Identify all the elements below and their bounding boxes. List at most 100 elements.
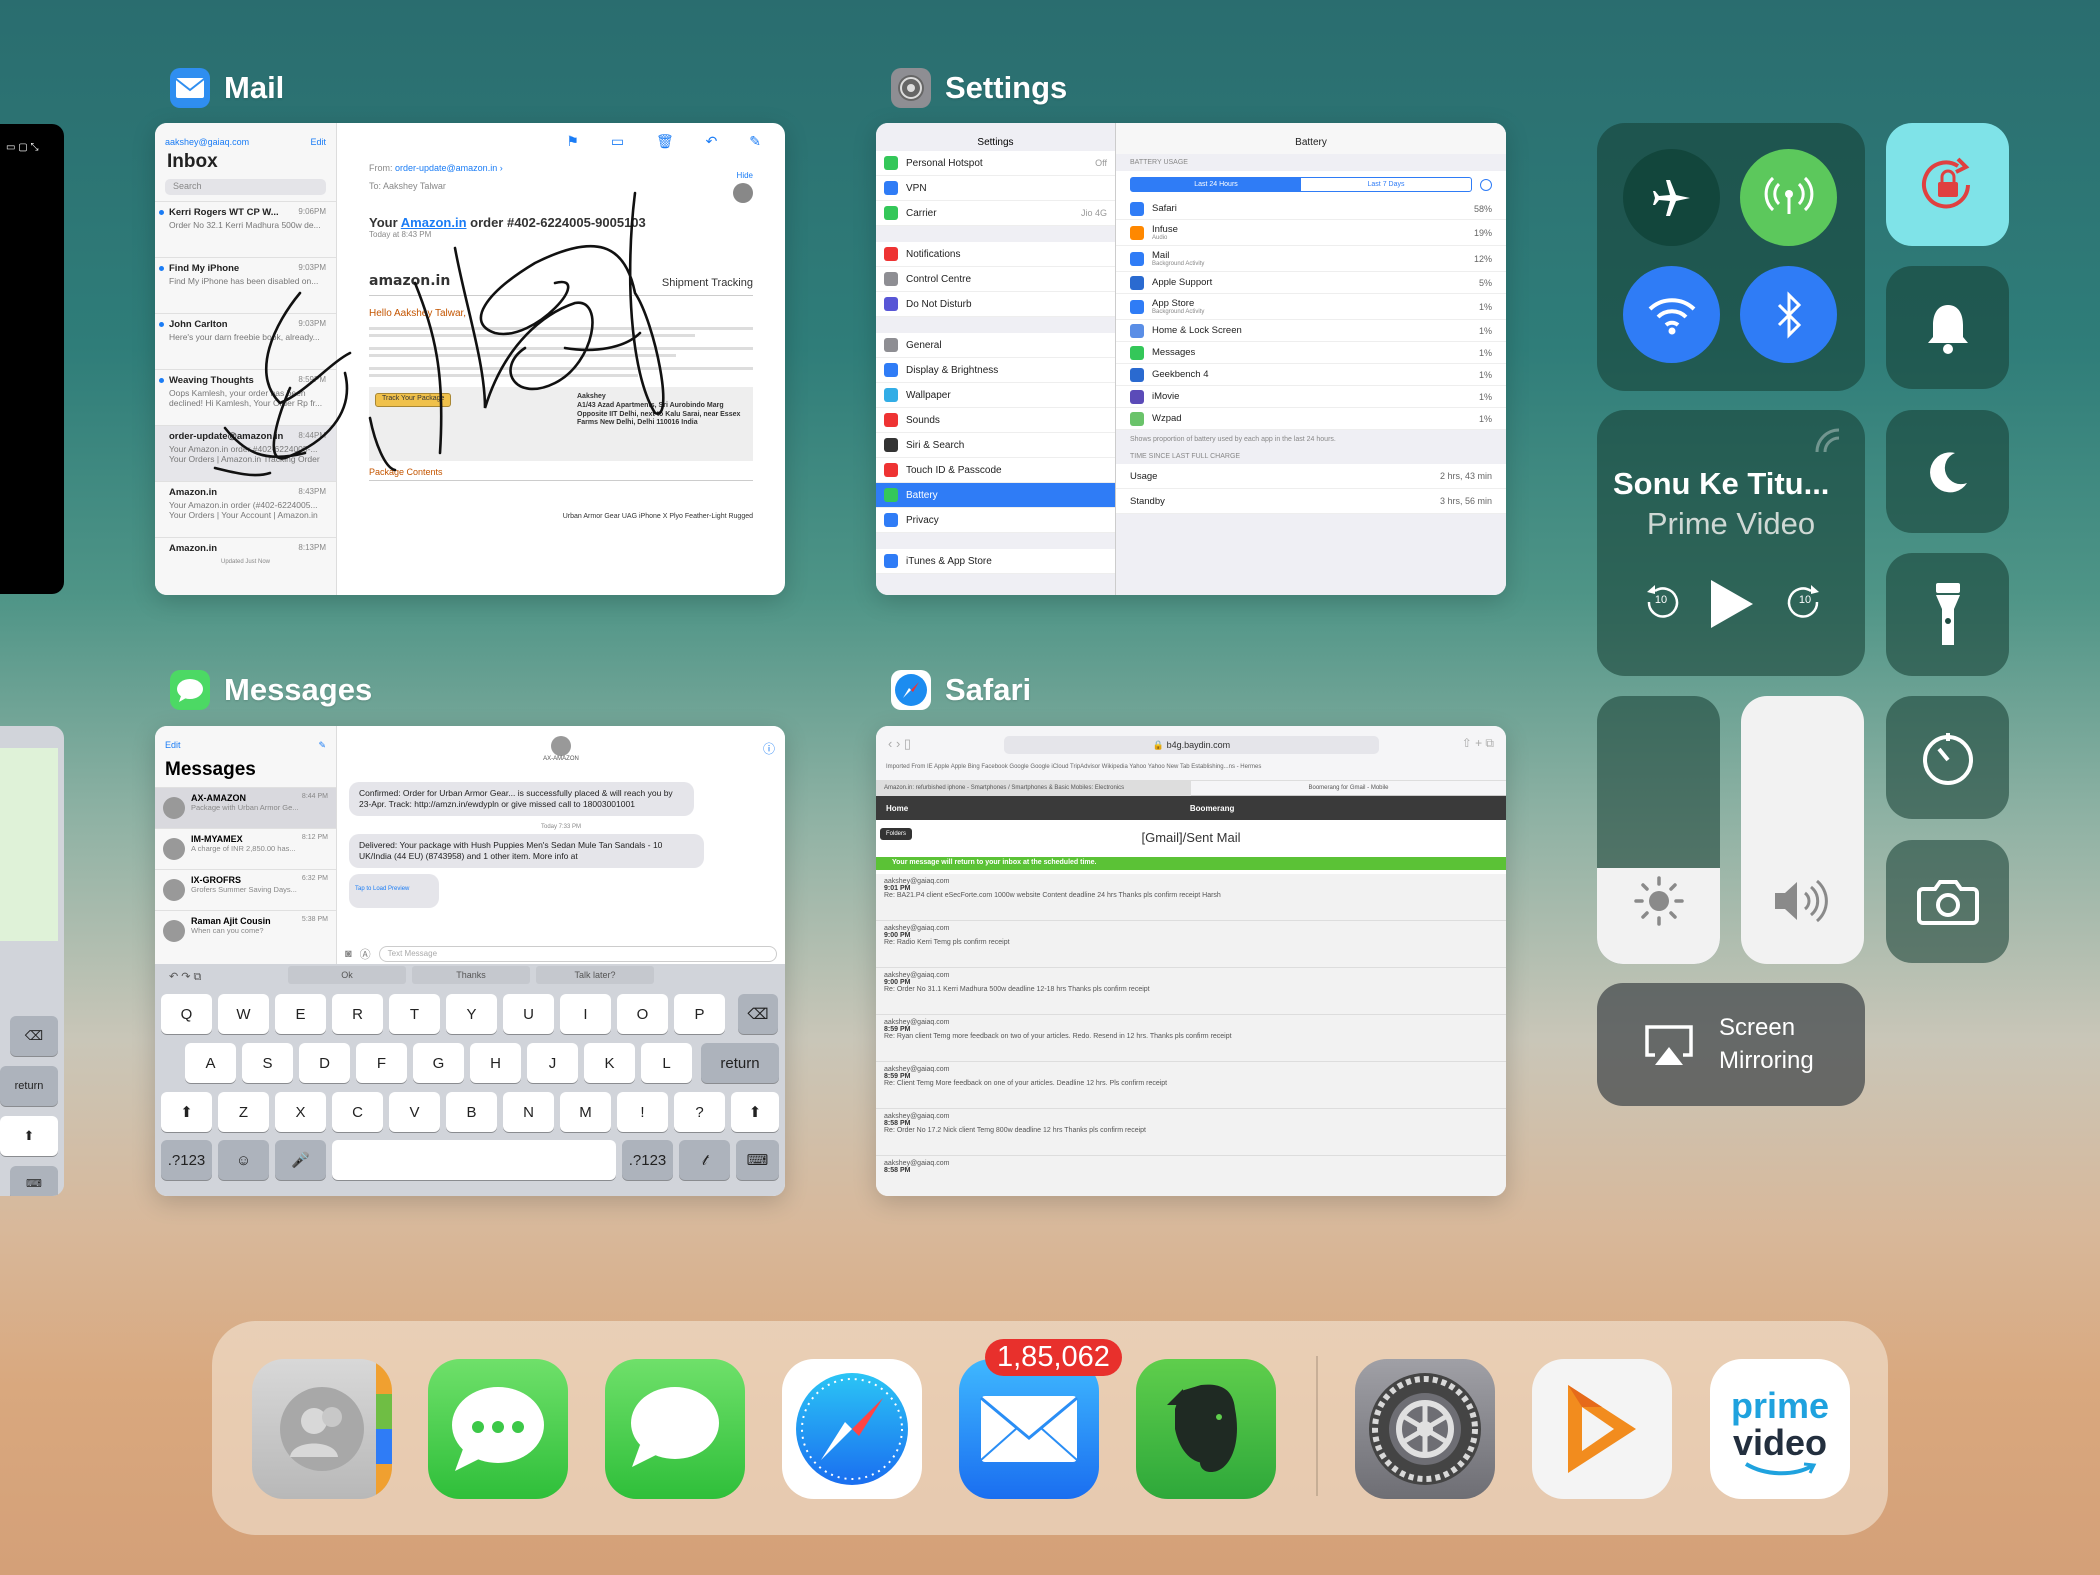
airplane-mode-toggle[interactable]: [1623, 149, 1720, 246]
boomerang-home[interactable]: Home: [876, 804, 918, 813]
key-X[interactable]: X: [275, 1092, 326, 1132]
nav-arrows-icon[interactable]: ‹ › ▯: [888, 736, 911, 752]
sent-mail-row[interactable]: aakshey@gaiaq.com 9:00 PM Re: Radio Kerri …: [876, 921, 1506, 968]
return-key[interactable]: return: [701, 1043, 779, 1083]
key-C[interactable]: C: [332, 1092, 383, 1132]
battery-app-row[interactable]: Infuse Audio 19%: [1116, 220, 1506, 246]
suggestion-2[interactable]: Talk later?: [536, 966, 654, 984]
settings-item[interactable]: Do Not Disturb: [876, 292, 1115, 317]
message-thread[interactable]: IM-MYAMEX 8:12 PM A charge of INR 2,850.00…: [155, 828, 336, 869]
key-H[interactable]: H: [470, 1043, 521, 1083]
key-Z[interactable]: Z: [218, 1092, 269, 1132]
now-playing-module[interactable]: Sonu Ke Titu... Prime Video 10 10: [1597, 410, 1865, 676]
space-key[interactable]: [332, 1140, 616, 1180]
key-A[interactable]: A: [185, 1043, 236, 1083]
battery-app-row[interactable]: Mail Background Activity 12%: [1116, 246, 1506, 272]
prime-video-app[interactable]: prime video: [1710, 1359, 1850, 1499]
sent-mail-row[interactable]: aakshey@gaiaq.com 8:59 PM Re: Ryan client …: [876, 1015, 1506, 1062]
sent-mail-row[interactable]: aakshey@gaiaq.com 8:58 PM: [876, 1156, 1506, 1196]
numbers-key-left[interactable]: .?123: [161, 1140, 212, 1180]
key-N[interactable]: N: [503, 1092, 554, 1132]
settings-item[interactable]: iTunes & App Store: [876, 549, 1115, 574]
key-K[interactable]: K: [584, 1043, 635, 1083]
settings-item[interactable]: Notifications: [876, 242, 1115, 267]
clock-icon[interactable]: [1480, 178, 1492, 191]
key-M[interactable]: M: [560, 1092, 611, 1132]
infuse-app[interactable]: [1532, 1359, 1672, 1499]
bluetooth-toggle[interactable]: [1740, 266, 1837, 363]
suggestion-1[interactable]: Thanks: [412, 966, 530, 984]
key-E[interactable]: E: [275, 994, 326, 1034]
key-V[interactable]: V: [389, 1092, 440, 1132]
backspace-key[interactable]: ⌫: [738, 994, 778, 1034]
battery-app-row[interactable]: Safari 58%: [1116, 198, 1506, 220]
battery-app-row[interactable]: Wzpad 1%: [1116, 408, 1506, 430]
sent-mail-row[interactable]: aakshey@gaiaq.com 9:00 PM Re: Order No 31.…: [876, 968, 1506, 1015]
messages-edit-button[interactable]: Edit: [165, 740, 181, 751]
contacts-app[interactable]: [252, 1359, 392, 1499]
flashlight-toggle[interactable]: [1886, 553, 2009, 676]
rotation-lock-toggle[interactable]: [1886, 123, 2009, 246]
info-icon[interactable]: ⓘ: [763, 740, 775, 757]
battery-app-row[interactable]: Apple Support 5%: [1116, 272, 1506, 294]
settings-item[interactable]: Wallpaper: [876, 383, 1115, 408]
link-preview[interactable]: Tap to Load Preview: [349, 874, 439, 909]
undo-redo-icons[interactable]: ↶ ↷ ⧉: [169, 970, 201, 984]
evernote-app[interactable]: [1136, 1359, 1276, 1499]
battery-app-row[interactable]: Messages 1%: [1116, 342, 1506, 364]
key-![interactable]: !: [617, 1092, 668, 1132]
settings-item[interactable]: Personal Hotspot Off: [876, 151, 1115, 176]
bookmarks-bar[interactable]: Imported From IE Apple Apple Bing Facebo…: [886, 764, 1261, 770]
safari-app[interactable]: [782, 1359, 922, 1499]
messages-card[interactable]: Edit ✎ Messages AX-AMAZON 8:44 PM Package …: [155, 726, 785, 1196]
suggestion-0[interactable]: Ok: [288, 966, 406, 984]
battery-app-row[interactable]: iMovie 1%: [1116, 386, 1506, 408]
play-button[interactable]: [1707, 578, 1757, 635]
skip-back-button[interactable]: 10: [1641, 582, 1681, 622]
key-F[interactable]: F: [356, 1043, 407, 1083]
message-input[interactable]: Text Message: [378, 946, 777, 962]
mail-app-label[interactable]: Mail: [170, 68, 284, 108]
dictation-key[interactable]: 🎤: [275, 1140, 326, 1180]
skip-forward-button[interactable]: 10: [1785, 582, 1825, 622]
safari-app-label[interactable]: Safari: [891, 670, 1031, 710]
sent-mail-row[interactable]: aakshey@gaiaq.com 8:58 PM Re: Order No 17.…: [876, 1109, 1506, 1156]
settings-card[interactable]: Settings Personal Hotspot Off VPN Carrier Ji…: [876, 123, 1506, 595]
sent-mail-row[interactable]: aakshey@gaiaq.com 8:59 PM Re: Client Temg …: [876, 1062, 1506, 1109]
safari-url-bar[interactable]: 🔒 b4g.baydin.com: [1004, 736, 1379, 754]
message-thread[interactable]: IX-GROFRS 6:32 PM Grofers Summer Saving Da…: [155, 869, 336, 910]
safari-tab-1[interactable]: Amazon.in: refurbished iphone - Smartpho…: [876, 781, 1191, 796]
key-D[interactable]: D: [299, 1043, 350, 1083]
key-U[interactable]: U: [503, 994, 554, 1034]
key-T[interactable]: T: [389, 994, 440, 1034]
whatsapp-style-messages-app[interactable]: [428, 1359, 568, 1499]
settings-item[interactable]: Sounds: [876, 408, 1115, 433]
airplay-audio-icon[interactable]: [1813, 426, 1843, 454]
mute-toggle[interactable]: [1886, 266, 2009, 389]
settings-item[interactable]: Display & Brightness: [876, 358, 1115, 383]
settings-item[interactable]: Touch ID & Passcode: [876, 458, 1115, 483]
key-?[interactable]: ?: [674, 1092, 725, 1132]
mail-card[interactable]: aakshey@gaiaq.com Edit Inbox Search Kerri…: [155, 123, 785, 595]
mail-app[interactable]: 1,85,062: [959, 1339, 1122, 1499]
battery-segmented-control[interactable]: Last 24 Hours Last 7 Days: [1130, 177, 1472, 192]
key-O[interactable]: O: [617, 994, 668, 1034]
settings-item[interactable]: Siri & Search: [876, 433, 1115, 458]
battery-app-row[interactable]: Geekbench 4 1%: [1116, 364, 1506, 386]
key-Y[interactable]: Y: [446, 994, 497, 1034]
key-P[interactable]: P: [674, 994, 725, 1034]
messages-app-label[interactable]: Messages: [170, 670, 372, 710]
cellular-data-toggle[interactable]: [1740, 149, 1837, 246]
key-B[interactable]: B: [446, 1092, 497, 1132]
settings-item[interactable]: Control Centre: [876, 267, 1115, 292]
battery-app-row[interactable]: App Store Background Activity 1%: [1116, 294, 1506, 320]
shift-key-right[interactable]: ⬆: [731, 1092, 779, 1132]
partial-card-bottom-left[interactable]: ⌫ return ⬆ ⌨: [0, 726, 64, 1196]
key-Q[interactable]: Q: [161, 994, 212, 1034]
wifi-toggle[interactable]: [1623, 266, 1720, 363]
key-W[interactable]: W: [218, 994, 269, 1034]
compose-icon[interactable]: ✎: [318, 740, 326, 751]
camera-icon[interactable]: ◙: [345, 948, 352, 960]
settings-item[interactable]: Privacy: [876, 508, 1115, 533]
settings-app[interactable]: [1355, 1359, 1495, 1499]
